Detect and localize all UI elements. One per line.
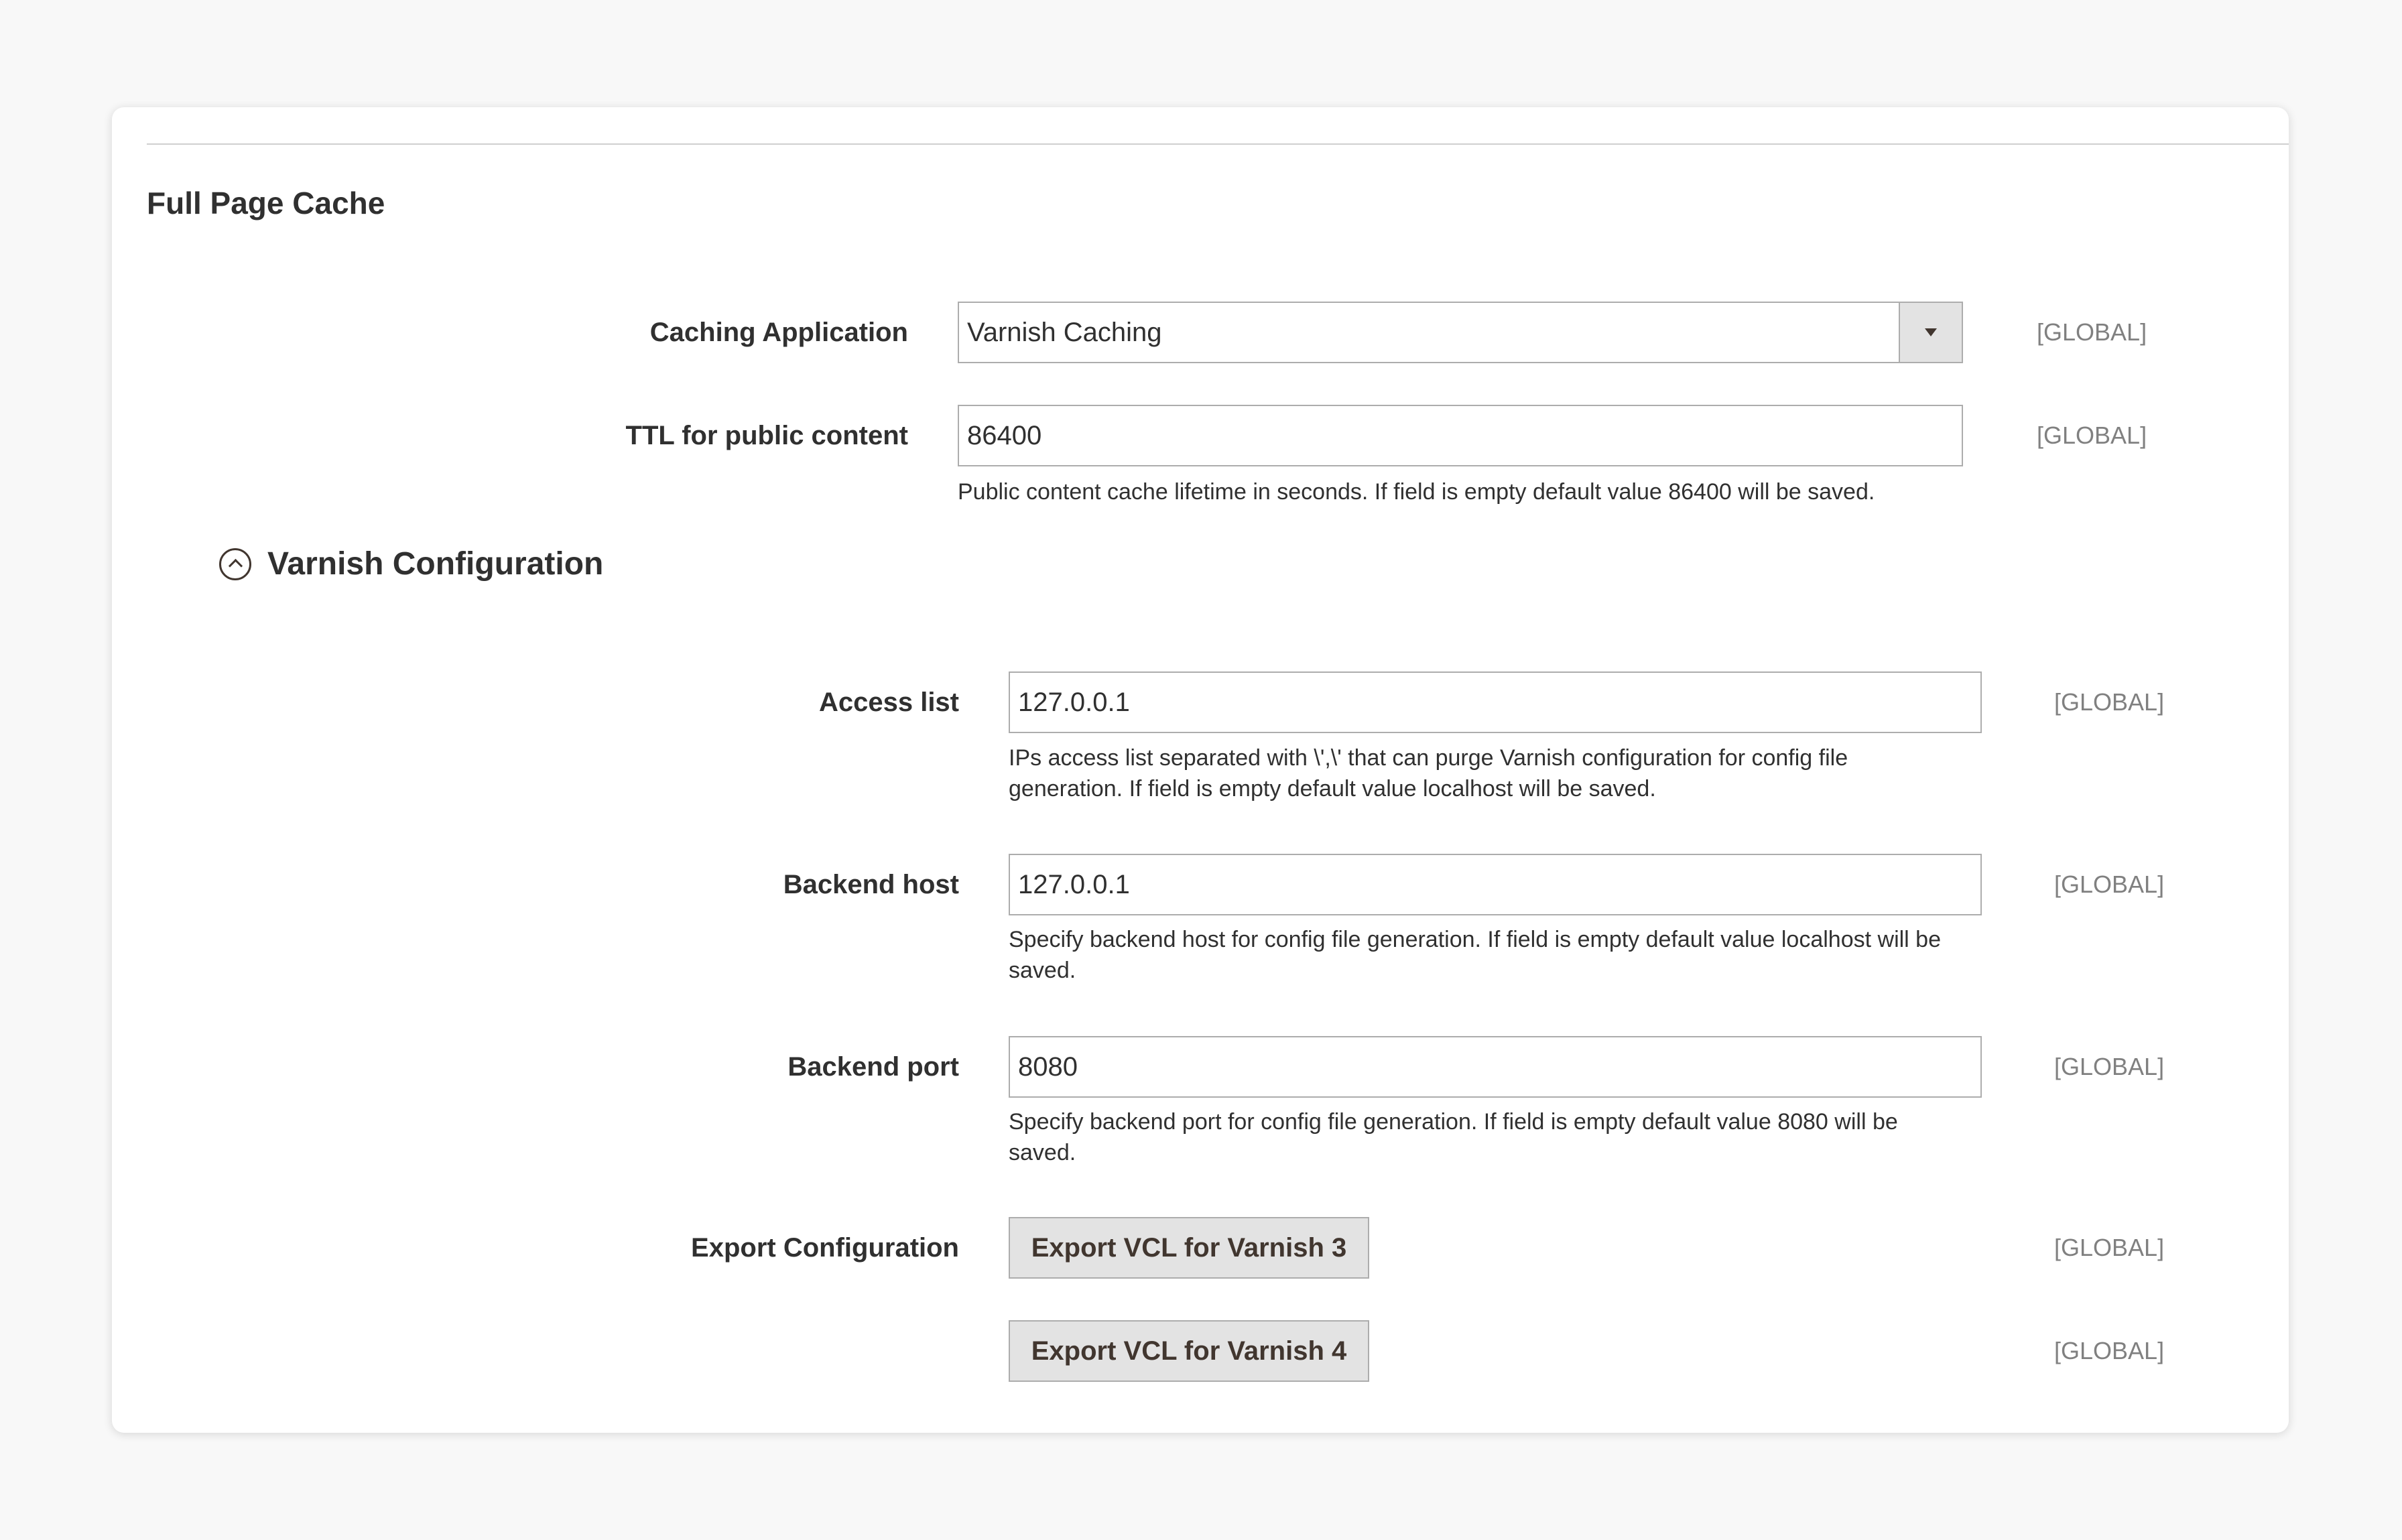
- backend-host-label: Backend host: [783, 870, 959, 899]
- ttl-value: 86400: [967, 421, 1042, 450]
- export-configuration-label: Export Configuration: [691, 1233, 959, 1263]
- backend-host-note-line1: Specify backend host for config file gen…: [1009, 927, 1941, 952]
- varnish-config-toggle[interactable]: Varnish Configuration: [219, 546, 603, 582]
- access-list-note-line1: IPs access list separated with \',\' tha…: [1009, 745, 1848, 771]
- export-varnish4-scope: [GLOBAL]: [2054, 1337, 2165, 1364]
- export-vcl-varnish4-button[interactable]: Export VCL for Varnish 4: [1009, 1320, 1369, 1382]
- backend-host-note: Specify backend host for config file gen…: [1009, 924, 1941, 986]
- section-title: Full Page Cache: [147, 186, 385, 220]
- access-list-scope: [GLOBAL]: [2054, 688, 2165, 716]
- varnish-config-title: Varnish Configuration: [267, 546, 604, 582]
- access-list-note-line2: generation. If field is empty default va…: [1009, 776, 1656, 801]
- export-vcl-varnish3-button[interactable]: Export VCL for Varnish 3: [1009, 1217, 1369, 1279]
- ttl-input[interactable]: 86400: [958, 405, 1963, 466]
- caching-application-label: Caching Application: [649, 318, 908, 347]
- access-list-note: IPs access list separated with \',\' tha…: [1009, 743, 1848, 804]
- export-varnish3-scope: [GLOBAL]: [2054, 1234, 2165, 1261]
- backend-port-scope: [GLOBAL]: [2054, 1053, 2165, 1080]
- chevron-down-icon[interactable]: [1899, 303, 1962, 362]
- backend-port-input[interactable]: 8080: [1009, 1036, 1982, 1098]
- backend-port-note-line2: saved.: [1009, 1140, 1076, 1165]
- backend-host-scope: [GLOBAL]: [2054, 871, 2165, 898]
- caching-application-value: Varnish Caching: [967, 318, 1162, 347]
- caching-application-scope: [GLOBAL]: [2037, 318, 2147, 346]
- divider: [147, 143, 2289, 145]
- config-card: Full Page Cache Caching Application Varn…: [112, 107, 2289, 1433]
- backend-host-value: 127.0.0.1: [1018, 870, 1130, 899]
- backend-port-value: 8080: [1018, 1052, 1078, 1082]
- backend-host-note-line2: saved.: [1009, 958, 1076, 983]
- backend-port-label: Backend port: [787, 1052, 959, 1082]
- caching-application-select[interactable]: Varnish Caching: [958, 302, 1963, 363]
- backend-port-note-line1: Specify backend port for config file gen…: [1009, 1109, 1898, 1135]
- access-list-value: 127.0.0.1: [1018, 688, 1130, 717]
- access-list-input[interactable]: 127.0.0.1: [1009, 671, 1982, 733]
- backend-port-note: Specify backend port for config file gen…: [1009, 1106, 1898, 1168]
- ttl-label: TTL for public content: [625, 421, 908, 450]
- access-list-label: Access list: [818, 688, 959, 717]
- collapse-icon[interactable]: [219, 548, 251, 580]
- ttl-scope: [GLOBAL]: [2037, 422, 2147, 449]
- backend-host-input[interactable]: 127.0.0.1: [1009, 854, 1982, 915]
- ttl-note: Public content cache lifetime in seconds…: [958, 479, 1875, 505]
